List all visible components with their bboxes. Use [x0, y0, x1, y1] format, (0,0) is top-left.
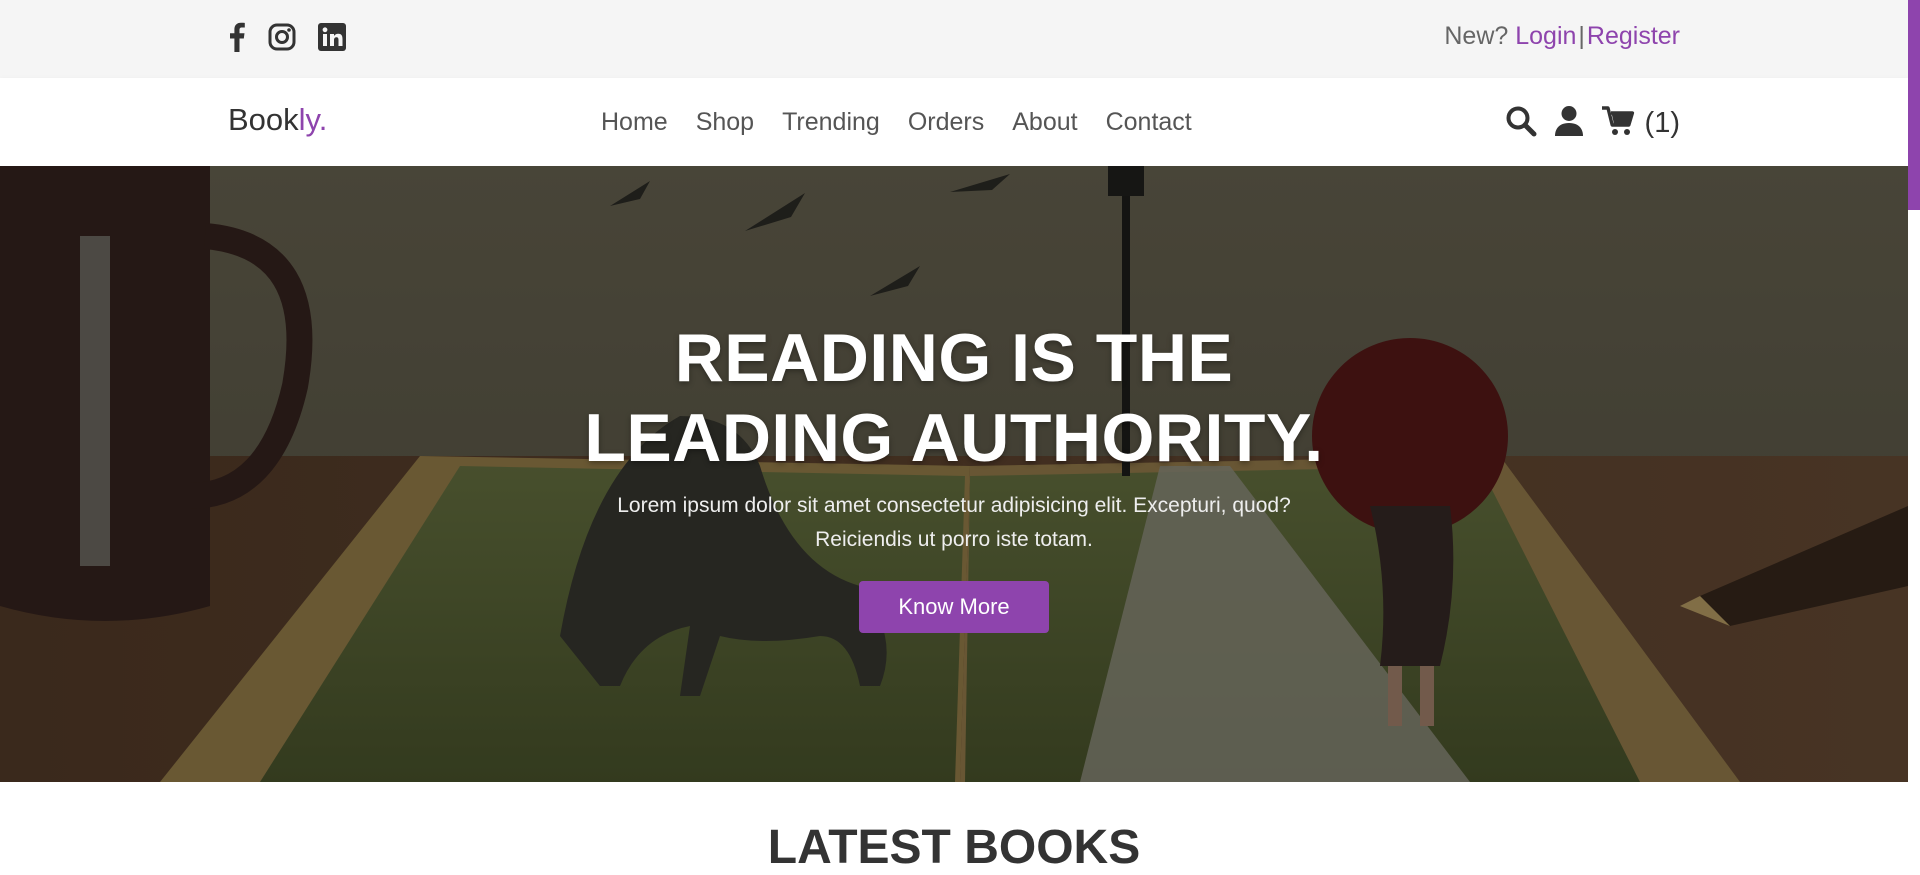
- logo[interactable]: Bookly.: [228, 102, 327, 138]
- hero-title-line-1: READING IS THE: [674, 320, 1234, 396]
- page-scrollbar[interactable]: [1908, 0, 1920, 875]
- nav-contact[interactable]: Contact: [1106, 108, 1192, 137]
- primary-nav: Home Shop Trending Orders About Contact: [601, 108, 1192, 137]
- logo-accent: ly.: [298, 102, 328, 137]
- account-links: New? Login|Register: [1444, 22, 1680, 51]
- social-links: [228, 22, 346, 52]
- hero-description: Lorem ipsum dolor sit amet consectetur a…: [617, 494, 1291, 551]
- nav-trending[interactable]: Trending: [782, 108, 880, 137]
- know-more-button[interactable]: Know More: [859, 581, 1049, 633]
- hero-title-line-2: LEADING AUTHORITY.: [584, 400, 1324, 476]
- new-user-prompt: New?: [1444, 22, 1509, 50]
- nav-about[interactable]: About: [1012, 108, 1077, 137]
- cart-count: (1): [1644, 107, 1680, 139]
- cart-icon[interactable]: [1601, 105, 1635, 142]
- separator: |: [1578, 22, 1585, 50]
- page: New? Login|Register Bookly. Home Shop Tr…: [0, 0, 1920, 875]
- nav-home[interactable]: Home: [601, 108, 668, 137]
- user-icon[interactable]: [1554, 105, 1583, 142]
- login-link[interactable]: Login: [1515, 22, 1576, 50]
- register-link[interactable]: Register: [1587, 22, 1680, 50]
- hero-title: READING IS THE LEADING AUTHORITY.: [0, 318, 1908, 478]
- search-icon[interactable]: [1505, 105, 1537, 142]
- hero-banner: READING IS THE LEADING AUTHORITY. Lorem i…: [0, 166, 1908, 782]
- nav-shop[interactable]: Shop: [696, 108, 754, 137]
- instagram-icon[interactable]: [268, 23, 296, 51]
- scrollbar-thumb[interactable]: [1908, 0, 1920, 210]
- logo-main: Book: [228, 102, 299, 137]
- nav-orders[interactable]: Orders: [908, 108, 984, 137]
- latest-books-heading: LATEST BOOKS: [767, 821, 1141, 874]
- facebook-icon[interactable]: [228, 22, 246, 52]
- main-navbar: Bookly. Home Shop Trending Orders About …: [0, 78, 1908, 166]
- top-bar: New? Login|Register: [0, 0, 1908, 78]
- nav-icons: (1): [1505, 105, 1680, 142]
- linkedin-icon[interactable]: [318, 23, 346, 51]
